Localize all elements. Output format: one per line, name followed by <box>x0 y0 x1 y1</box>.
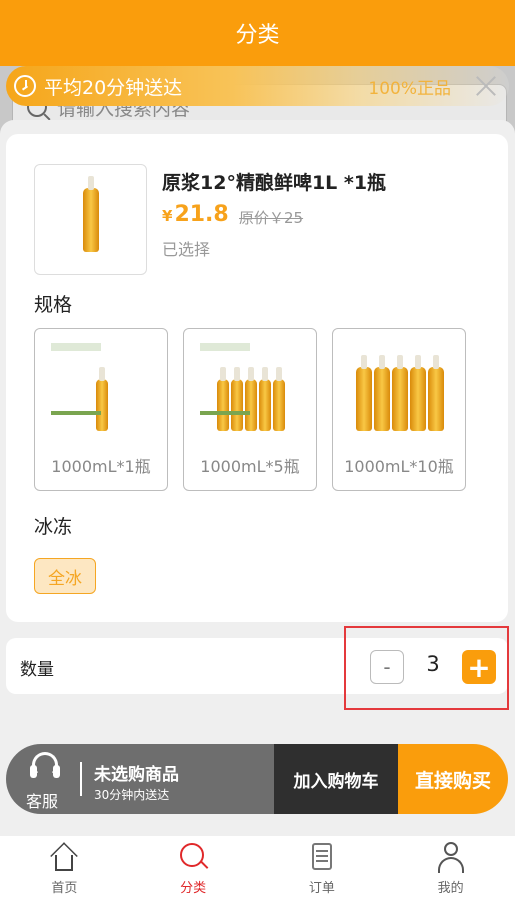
home-icon <box>48 841 80 873</box>
label-strip <box>200 411 250 415</box>
spec-option-image <box>194 335 308 439</box>
beer-bottle-image <box>374 355 390 431</box>
buy-now-button[interactable]: 直接购买 <box>398 744 508 814</box>
tab-label: 首页 <box>51 881 78 896</box>
freeze-heading: 冰冻 <box>34 516 73 538</box>
tab-label: 分类 <box>180 881 207 896</box>
beer-bottle-image <box>428 355 444 431</box>
delivery-text: 平均20分钟送达 <box>44 76 183 99</box>
spec-option-label: 1000mL*5瓶 <box>200 457 300 476</box>
beer-bottle-image <box>245 367 257 431</box>
selection-status: 已选择 <box>162 240 211 259</box>
beer-bottle-image <box>392 355 408 431</box>
quantity-stepper-highlight <box>344 626 509 710</box>
delivery-time-note: 30分钟内送达 <box>94 788 170 802</box>
delivery-promo-banner: 平均20分钟送达 100%正品 <box>6 66 509 106</box>
category-icon <box>177 841 209 873</box>
product-title: 原浆12°精酿鲜啤1L *1瓶 <box>162 172 387 194</box>
close-icon[interactable] <box>473 73 499 99</box>
tab-orders[interactable]: 订单 <box>258 836 387 902</box>
spec-option-5[interactable]: 1000mL*5瓶 <box>183 328 317 491</box>
quantity-label: 数量 <box>20 660 54 680</box>
genuine-text: 100%正品 <box>368 78 451 99</box>
beer-bottle-image <box>231 367 243 431</box>
order-icon <box>306 841 338 873</box>
product-price: ¥21.8 <box>162 202 229 227</box>
brand-banner <box>200 343 250 351</box>
label-strip <box>51 411 101 415</box>
headset-icon[interactable] <box>28 752 62 782</box>
beer-bottle-image <box>96 367 108 431</box>
brand-banner <box>51 343 101 351</box>
beer-bottle-image <box>410 355 426 431</box>
beer-bottle-image <box>259 367 271 431</box>
spec-option-image <box>45 335 159 439</box>
beer-bottle-image <box>273 367 285 431</box>
cart-summary: 客服 未选购商品 30分钟内送达 <box>6 744 274 814</box>
spec-option-label: 1000mL*1瓶 <box>51 457 151 476</box>
price-value: 21.8 <box>174 202 229 227</box>
beer-bottle-image <box>82 175 99 252</box>
beer-bottle-image <box>356 355 372 431</box>
add-to-cart-button[interactable]: 加入购物车 <box>274 744 398 814</box>
profile-icon <box>435 841 467 873</box>
spec-option-label: 1000mL*10瓶 <box>344 457 454 476</box>
spec-option-10[interactable]: 1000mL*10瓶 <box>332 328 466 491</box>
original-price: 原价￥25 <box>239 209 304 227</box>
spec-heading: 规格 <box>34 294 73 316</box>
tab-label: 订单 <box>308 881 335 896</box>
freeze-option-full-ice[interactable]: 全冰 <box>34 558 96 594</box>
page-header: 分类 <box>0 0 515 66</box>
product-options-sheet: 原浆12°精酿鲜啤1L *1瓶 ¥21.8 原价￥25 已选择 规格 1000m… <box>0 120 515 840</box>
product-thumbnail <box>34 164 147 275</box>
divider <box>80 762 82 796</box>
page-title: 分类 <box>235 23 280 48</box>
tab-home[interactable]: 首页 <box>0 836 129 902</box>
tab-profile[interactable]: 我的 <box>386 836 515 902</box>
spec-option-1[interactable]: 1000mL*1瓶 <box>34 328 168 491</box>
currency-symbol: ¥ <box>162 207 173 225</box>
cart-status-title: 未选购商品 <box>94 765 179 785</box>
tab-label: 我的 <box>437 881 464 896</box>
customer-service-label[interactable]: 客服 <box>26 788 58 812</box>
clock-icon <box>14 75 36 97</box>
product-card: 原浆12°精酿鲜啤1L *1瓶 ¥21.8 原价￥25 已选择 规格 1000m… <box>6 134 508 622</box>
bottom-tab-bar: 首页 分类 订单 我的 <box>0 836 515 902</box>
cart-bar: 客服 未选购商品 30分钟内送达 加入购物车 直接购买 <box>6 744 508 814</box>
tab-category[interactable]: 分类 <box>129 836 258 902</box>
beer-bottle-image <box>217 367 229 431</box>
spec-option-image <box>343 335 457 439</box>
